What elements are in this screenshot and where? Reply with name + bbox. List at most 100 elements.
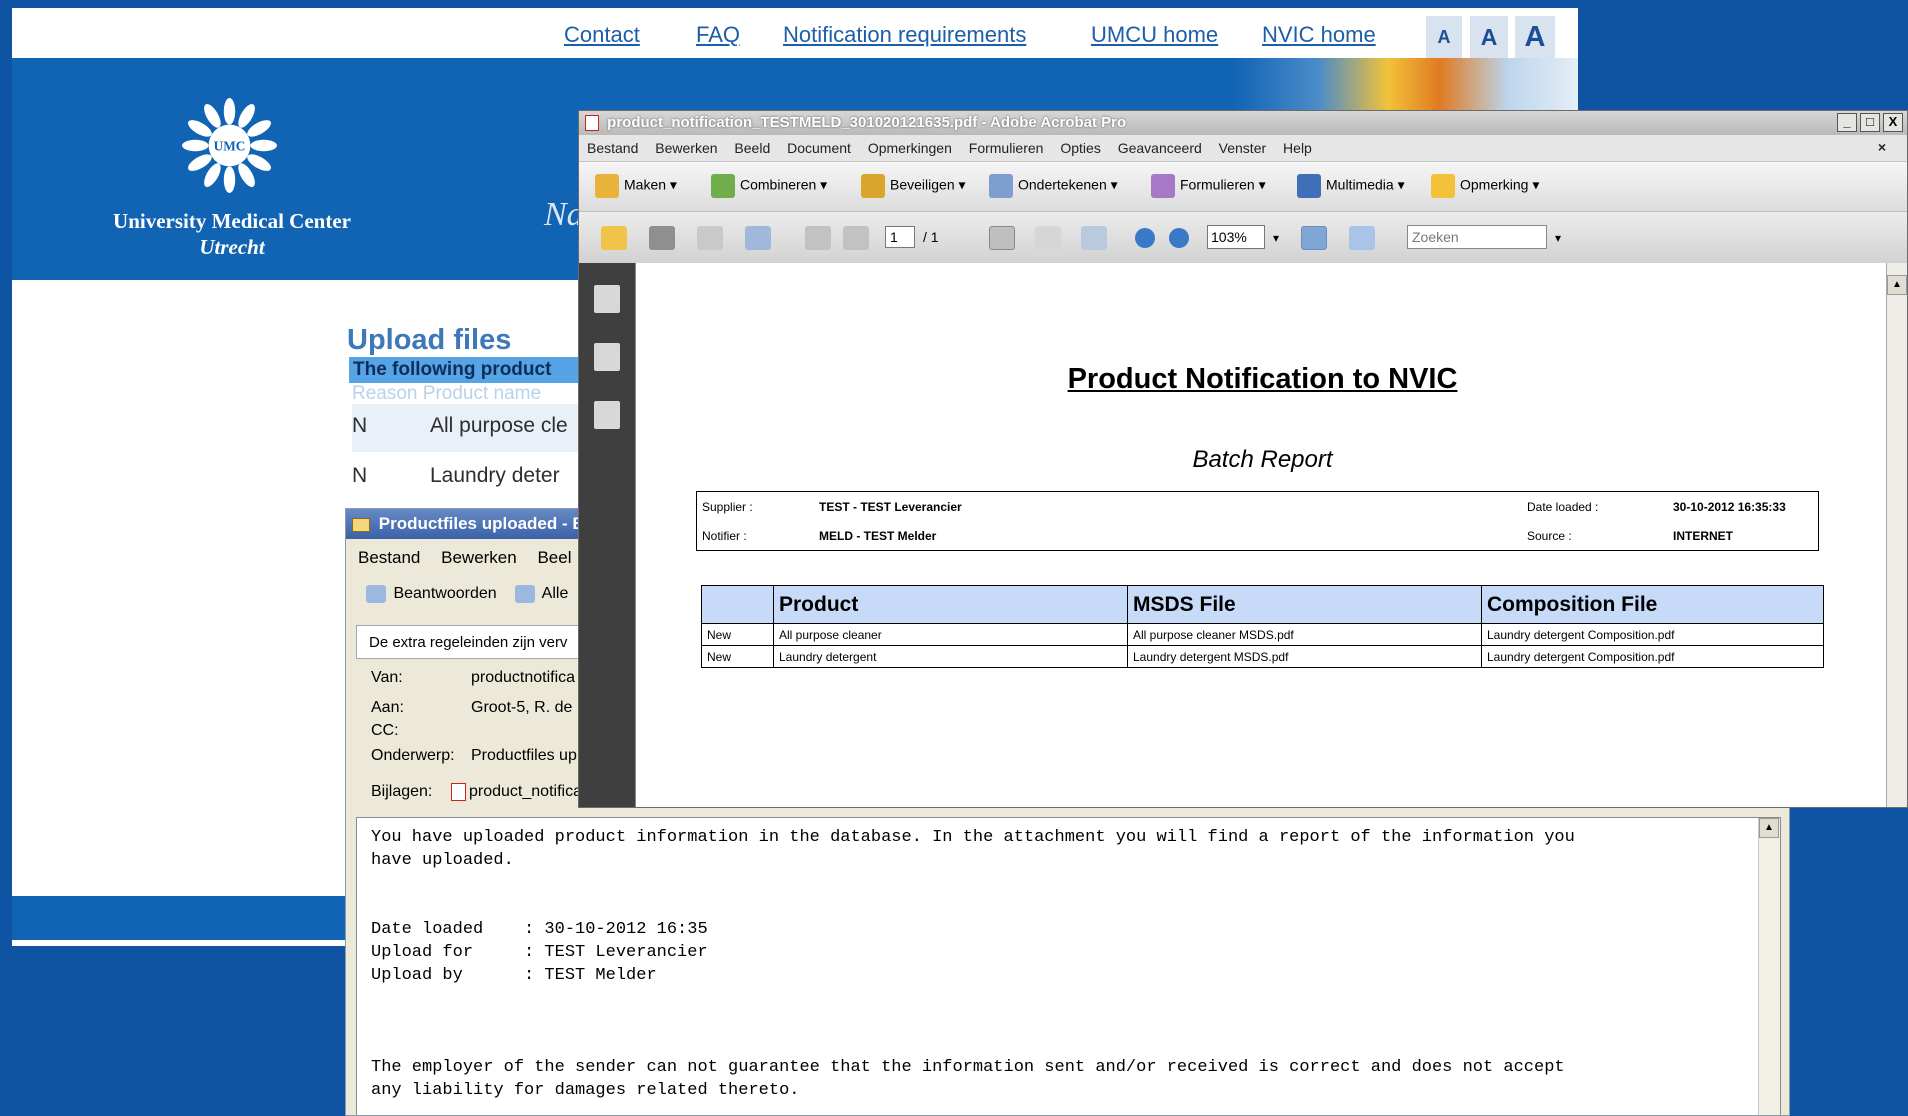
- email-body[interactable]: You have uploaded product information in…: [356, 817, 1781, 1115]
- product-table: Product MSDS File Composition File New A…: [701, 585, 1824, 668]
- pen-icon: [989, 174, 1013, 198]
- nav-notification-requirements[interactable]: Notification requirements: [783, 22, 1026, 48]
- open-folder-icon[interactable]: [601, 226, 627, 250]
- cell-product: All purpose cleaner: [773, 623, 1128, 646]
- notifier-value: MELD - TEST Melder: [819, 529, 937, 543]
- upload-table-row: N All purpose cle: [352, 404, 602, 452]
- menu-opties[interactable]: Opties: [1060, 140, 1100, 156]
- menu-formulieren[interactable]: Formulieren: [969, 140, 1044, 156]
- zoom-in-icon[interactable]: [1169, 228, 1189, 248]
- next-page-icon[interactable]: [843, 226, 869, 250]
- search-input[interactable]: Zoeken: [1407, 225, 1547, 249]
- fit-page-icon[interactable]: [1349, 226, 1375, 250]
- logo-text: UMC: [214, 138, 246, 153]
- scroll-up-button[interactable]: ▲: [1887, 275, 1907, 295]
- nav-faq[interactable]: FAQ: [696, 22, 740, 48]
- row-product: Laundry deter: [430, 464, 560, 487]
- formulieren-button[interactable]: Formulieren ▾: [1151, 174, 1266, 198]
- cell-msds: Laundry detergent MSDS.pdf: [1127, 645, 1482, 668]
- page-number-input[interactable]: 1: [885, 226, 915, 248]
- save-icon[interactable]: [697, 226, 723, 250]
- menu-beeld[interactable]: Beel: [537, 548, 571, 567]
- pdf-icon: [585, 115, 599, 132]
- header-label: Aan:: [371, 699, 404, 716]
- col-header-msds: MSDS File: [1127, 585, 1482, 624]
- print-icon[interactable]: [649, 226, 675, 250]
- close-button[interactable]: X: [1883, 113, 1903, 132]
- nav-umcu-home[interactable]: UMCU home: [1091, 22, 1218, 48]
- zoom-level-input[interactable]: 103%: [1207, 225, 1265, 249]
- email-attachments: Bijlagen: product_notificat: [371, 783, 586, 801]
- upload-table-header: Reason Product name: [352, 383, 542, 404]
- minimize-button[interactable]: _: [1837, 113, 1857, 132]
- email-body-text: You have uploaded product information in…: [371, 828, 1575, 1100]
- cell-composition: Laundry detergent Composition.pdf: [1481, 645, 1824, 668]
- maken-button[interactable]: Maken ▾: [595, 174, 677, 198]
- menu-bestand[interactable]: Bestand: [358, 548, 420, 567]
- nav-nvic-home[interactable]: NVIC home: [1262, 22, 1376, 48]
- row-reason: N: [352, 464, 368, 487]
- cell-composition: Laundry detergent Composition.pdf: [1481, 623, 1824, 646]
- reply-all-button[interactable]: Alle: [542, 585, 569, 602]
- zoom-out-icon[interactable]: [1135, 228, 1155, 248]
- maximize-button[interactable]: □: [1860, 113, 1880, 132]
- notifier-label: Notifier :: [702, 529, 747, 543]
- email-from: Van: productnotifica: [371, 669, 575, 687]
- hand-tool-icon[interactable]: [1035, 226, 1061, 250]
- document-scrollbar[interactable]: ▲: [1886, 263, 1907, 807]
- font-size-large-button[interactable]: A: [1515, 16, 1555, 58]
- acrobat-title-bar: product_notification_TESTMELD_3010201216…: [579, 111, 1907, 135]
- zoom-tool-icon[interactable]: [1081, 226, 1107, 250]
- bookmarks-icon[interactable]: [594, 343, 620, 371]
- menu-document[interactable]: Document: [787, 140, 851, 156]
- pages-icon[interactable]: [594, 285, 620, 313]
- beveiligen-label: Beveiligen: [890, 176, 955, 193]
- nav-contact[interactable]: Contact: [564, 22, 640, 48]
- cell-status: New: [701, 623, 774, 646]
- email-scrollbar[interactable]: ▲: [1758, 818, 1780, 1115]
- org-name-line1: University Medical Center: [113, 209, 351, 233]
- banner-photo: [1232, 58, 1578, 118]
- cell-status: New: [701, 645, 774, 668]
- organization-name: University Medical Center Utrecht: [87, 208, 377, 260]
- fit-width-icon[interactable]: [1301, 226, 1327, 250]
- reply-button[interactable]: Beantwoorden: [393, 585, 496, 602]
- header-label: CC:: [371, 722, 399, 739]
- chevron-down-icon[interactable]: ▾: [1551, 226, 1565, 250]
- ondertekenen-button[interactable]: Ondertekenen ▾: [989, 174, 1118, 198]
- font-size-small-button[interactable]: A: [1426, 16, 1462, 58]
- attachment-link[interactable]: product_notificat: [469, 783, 586, 800]
- chevron-down-icon[interactable]: ▾: [1269, 226, 1283, 250]
- previous-page-icon[interactable]: [805, 226, 831, 250]
- acrobat-task-toolbar: Maken ▾ Combineren ▾ Beveiligen ▾ Ondert…: [579, 161, 1907, 211]
- font-size-medium-button[interactable]: A: [1470, 16, 1508, 58]
- acrobat-window: product_notification_TESTMELD_3010201216…: [578, 110, 1908, 808]
- comment-icon: [1431, 174, 1455, 198]
- date-loaded-value: 30-10-2012 16:35:33: [1673, 500, 1786, 514]
- create-icon: [595, 174, 619, 198]
- row-product: All purpose cle: [430, 414, 568, 437]
- menu-venster[interactable]: Venster: [1219, 140, 1266, 156]
- beveiligen-button[interactable]: Beveiligen ▾: [861, 174, 966, 198]
- header-value: Groot-5, R. de: [471, 699, 573, 716]
- multimedia-button[interactable]: Multimedia ▾: [1297, 174, 1405, 198]
- email-icon[interactable]: [745, 226, 771, 250]
- menu-bewerken[interactable]: Bewerken: [441, 548, 517, 567]
- email-title: Productfiles uploaded - B: [378, 514, 585, 533]
- select-tool-icon[interactable]: [989, 226, 1015, 250]
- menu-geavanceerd[interactable]: Geavanceerd: [1118, 140, 1202, 156]
- close-document-button[interactable]: ×: [1878, 139, 1886, 155]
- signatures-icon[interactable]: [594, 401, 620, 429]
- menu-bestand[interactable]: Bestand: [587, 140, 638, 156]
- menu-opmerkingen[interactable]: Opmerkingen: [868, 140, 952, 156]
- menu-bewerken[interactable]: Bewerken: [655, 140, 717, 156]
- pdf-document-view[interactable]: Product Notification to NVIC Batch Repor…: [635, 263, 1888, 807]
- menu-help[interactable]: Help: [1283, 140, 1312, 156]
- pdf-icon: [451, 783, 466, 801]
- document-title: Product Notification to NVIC: [1067, 363, 1458, 395]
- acrobat-menu-bar: Bestand Bewerken Beeld Document Opmerkin…: [579, 135, 1907, 161]
- opmerking-button[interactable]: Opmerking ▾: [1431, 174, 1539, 198]
- combineren-button[interactable]: Combineren ▾: [711, 174, 827, 198]
- menu-beeld[interactable]: Beeld: [734, 140, 770, 156]
- scroll-up-button[interactable]: ▲: [1759, 818, 1779, 838]
